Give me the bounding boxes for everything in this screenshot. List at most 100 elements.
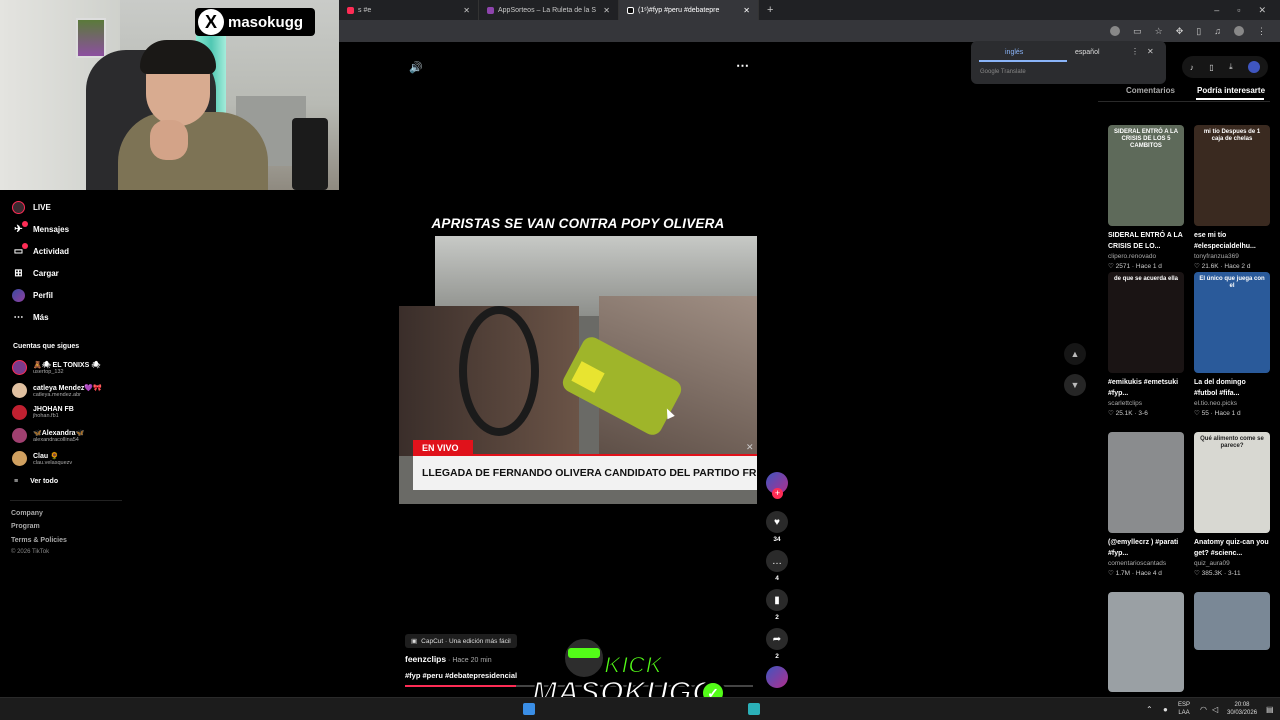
more-options-icon[interactable]: ⋯: [736, 58, 749, 74]
video-author[interactable]: feenzclips · Hace 20 min: [405, 654, 492, 664]
translate-more-icon[interactable]: ⋮: [1131, 47, 1139, 56]
video-thumbnail[interactable]: [1194, 592, 1270, 650]
follow-plus-icon[interactable]: +: [772, 488, 783, 499]
minimize-button[interactable]: –: [1214, 5, 1219, 16]
creator-avatar-button[interactable]: +: [764, 472, 790, 499]
footer-link-terms[interactable]: Terms & Policies: [11, 537, 67, 544]
sidebar-item-mensajes[interactable]: ✈ Mensajes: [0, 218, 130, 240]
browser-menu-icon[interactable]: ⋮: [1257, 26, 1266, 37]
like-button[interactable]: ♥: [766, 511, 788, 533]
recommended-video-card[interactable]: Qué alimento come se parece? Anatomy quiz…: [1194, 432, 1270, 577]
comment-button[interactable]: …: [766, 550, 788, 572]
bookmark-star-icon[interactable]: ☆: [1155, 26, 1163, 37]
new-tab-button[interactable]: +: [759, 4, 781, 16]
tray-mic-icon[interactable]: ●: [1163, 705, 1168, 714]
thumbnail-text: SIDERAL ENTRÓ A LA CRISIS DE LOS 5 CAMBI…: [1113, 129, 1179, 149]
video-caption[interactable]: (@emyllecrz ) #parati #fyp...: [1108, 537, 1184, 559]
tab-close-icon[interactable]: ✕: [463, 6, 470, 15]
following-account[interactable]: Clau 🌻 clau.velasquezv: [12, 451, 72, 466]
clock[interactable]: 20:08 30/03/2026: [1227, 701, 1257, 717]
tab-close-icon[interactable]: ✕: [743, 6, 750, 15]
video-thumbnail[interactable]: [1108, 432, 1184, 533]
previous-video-button[interactable]: ▲: [1064, 343, 1086, 365]
volume-icon[interactable]: 🔊: [409, 61, 423, 74]
video-author[interactable]: clipero.renovado: [1108, 253, 1184, 260]
footer-link-company[interactable]: Company: [11, 510, 43, 517]
recommended-video-card[interactable]: (@emyllecrz ) #parati #fyp... comentarios…: [1108, 432, 1184, 577]
see-all-button[interactable]: ≡ Ver todo: [14, 478, 58, 485]
video-caption[interactable]: Anatomy quiz-can you get? #scienc...: [1194, 537, 1270, 559]
wifi-icon[interactable]: ◠: [1200, 705, 1207, 714]
video-thumbnail[interactable]: Qué alimento come se parece?: [1194, 432, 1270, 533]
sidebar-item-live[interactable]: LIVE: [0, 196, 130, 218]
video-caption[interactable]: ese mi tío #elespecialdelhu...: [1194, 230, 1270, 252]
avatar: [12, 428, 27, 443]
extensions-icon[interactable]: ✥: [1176, 26, 1184, 37]
tab-comentarios[interactable]: Comentarios: [1126, 86, 1175, 95]
translate-icon[interactable]: [1110, 26, 1121, 36]
capcut-tag[interactable]: ▣ CapCut · Una edición más fácil: [405, 634, 517, 648]
translate-close-icon[interactable]: ✕: [1147, 47, 1154, 56]
translate-source-tab[interactable]: inglés: [1005, 49, 1023, 56]
sidebar-item-perfil[interactable]: Perfil: [0, 284, 130, 306]
user-avatar[interactable]: [1248, 61, 1261, 73]
share-button[interactable]: ➦: [766, 628, 788, 650]
video-author[interactable]: scarlettclips: [1108, 400, 1184, 407]
video-thumbnail[interactable]: SIDERAL ENTRÓ A LA CRISIS DE LOS 5 CAMBI…: [1108, 125, 1184, 226]
speaker-icon[interactable]: ◁: [1212, 705, 1218, 714]
sidepanel-icon[interactable]: ▯: [1196, 26, 1201, 37]
video-thumbnail[interactable]: de que se acuerda ella: [1108, 272, 1184, 373]
video-author[interactable]: quiz_aura09: [1194, 560, 1270, 567]
video-thumbnail[interactable]: El único que juega con el: [1194, 272, 1270, 373]
cast-icon[interactable]: ▭: [1133, 26, 1142, 37]
tab-podria-interesarte[interactable]: Podría interesarte: [1197, 86, 1265, 95]
browser-tab-active[interactable]: (1ˢ)#fyp #peru #debatepre ✕: [619, 0, 759, 20]
keyboard-language[interactable]: ESP LAA: [1178, 701, 1190, 717]
tray-chevron-icon[interactable]: ⌃: [1146, 705, 1153, 714]
sidebar-item-cargar[interactable]: ⊞ Cargar: [0, 262, 130, 284]
video-caption[interactable]: #emikukis #emetsuki #fyp...: [1108, 377, 1184, 399]
download-icon[interactable]: ⤓: [1229, 62, 1233, 72]
following-account[interactable]: JHOHAN FB jhohan.fb1: [12, 405, 74, 420]
close-window-button[interactable]: ✕: [1258, 5, 1266, 16]
video-thumbnail[interactable]: [1108, 592, 1184, 692]
browser-tab[interactable]: s #e ✕: [339, 0, 479, 20]
phone-icon[interactable]: ▯: [1209, 63, 1213, 72]
notifications-icon[interactable]: ▤: [1266, 705, 1274, 714]
more-icon: ⋯: [13, 311, 24, 323]
tab-close-icon[interactable]: ✕: [603, 6, 610, 15]
tiktok-icon[interactable]: ♪: [1190, 63, 1194, 72]
video-thumbnail[interactable]: mi tío Despues de 1 caja de chelas: [1194, 125, 1270, 226]
recommended-video-card[interactable]: [1108, 592, 1184, 692]
lower-third-close-icon[interactable]: ✕: [746, 442, 754, 453]
sidebar-item-actividad[interactable]: ▭ Actividad: [0, 240, 130, 262]
video-author[interactable]: comentarioscantads: [1108, 560, 1184, 567]
video-hashtags[interactable]: #fyp #peru #debatepresidencial: [405, 671, 517, 680]
browser-tab[interactable]: AppSorteos – La Ruleta de la S ✕: [479, 0, 619, 20]
tab-title: s #e: [358, 6, 372, 14]
windows-start-icon[interactable]: [523, 703, 535, 715]
following-account[interactable]: 🧸🕷 EL TONIXS 🕷 usertop_132: [12, 360, 100, 375]
profile-avatar[interactable]: [1234, 26, 1244, 36]
taskbar-app-icon[interactable]: [748, 703, 760, 715]
recommended-video-card[interactable]: SIDERAL ENTRÓ A LA CRISIS DE LOS 5 CAMBI…: [1108, 125, 1184, 270]
following-account[interactable]: catleya Mendez💜🎀 catleya.mendez.abr: [12, 383, 102, 398]
save-button[interactable]: ▮: [766, 589, 788, 611]
translate-target-tab[interactable]: español: [1075, 49, 1100, 56]
recommended-video-card[interactable]: de que se acuerda ella #emikukis #emetsuk…: [1108, 272, 1184, 417]
video-author[interactable]: el.tio.neo.picks: [1194, 400, 1270, 407]
maximize-button[interactable]: ▫: [1237, 5, 1240, 16]
video-author[interactable]: tonyfranzua369: [1194, 253, 1270, 260]
video-caption[interactable]: SIDERAL ENTRÓ A LA CRISIS DE LO...: [1108, 230, 1184, 252]
following-account[interactable]: 🦋Alexandra🦋 alexandracollina54: [12, 428, 84, 443]
video-caption[interactable]: La del domingo #futbol #fifa...: [1194, 377, 1270, 399]
sidebar-item-mas[interactable]: ⋯ Más: [0, 306, 130, 328]
footer-link-program[interactable]: Program: [11, 523, 40, 530]
next-video-button[interactable]: ▼: [1064, 374, 1086, 396]
account-handle: alexandracollina54: [33, 436, 79, 443]
sound-disc-icon[interactable]: [766, 666, 788, 688]
recommended-video-card[interactable]: [1194, 592, 1270, 650]
recommended-video-card[interactable]: mi tío Despues de 1 caja de chelas ese mi…: [1194, 125, 1270, 270]
recommended-video-card[interactable]: El único que juega con el La del domingo …: [1194, 272, 1270, 417]
media-icon[interactable]: ♫: [1214, 26, 1221, 36]
